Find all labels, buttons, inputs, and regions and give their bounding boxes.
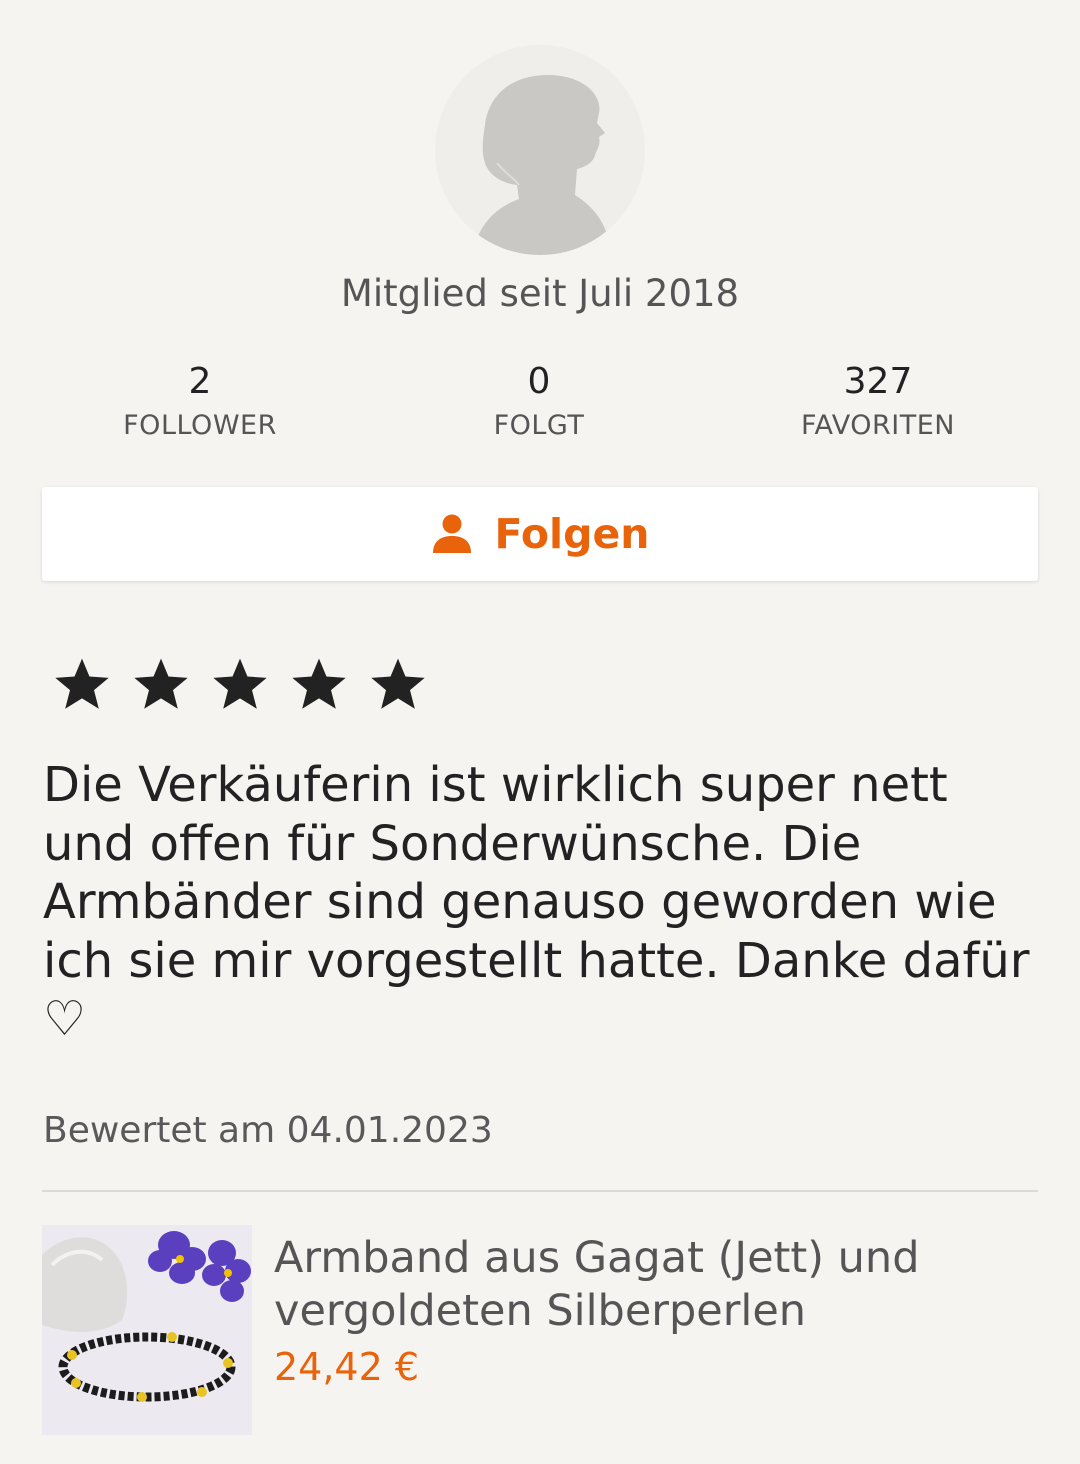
star-icon (371, 658, 425, 709)
stat-value: 327 (843, 361, 913, 402)
star-icon (134, 658, 188, 709)
stat-value: 0 (527, 361, 551, 402)
stat-label: FOLLOWER (123, 410, 277, 441)
star-icon (55, 658, 109, 709)
stat-label: FAVORITEN (800, 410, 955, 441)
follow-button-label: Folgen (494, 510, 650, 558)
stat-folgt[interactable]: 0 FOLGT (389, 360, 689, 441)
follow-button[interactable]: Folgen (42, 487, 1038, 581)
member-since: Mitglied seit Juli 2018 (340, 272, 740, 315)
review-text: Die Verkäuferin ist wirklich super nett … (43, 757, 1030, 1047)
avatar (435, 45, 645, 255)
stat-follower[interactable]: 2 FOLLOWER (50, 360, 350, 441)
default-user-silhouette-icon (475, 75, 609, 255)
product-price: 24,42 € (274, 1345, 420, 1389)
divider (42, 1190, 1038, 1192)
star-icon (292, 658, 346, 709)
star-icon (213, 658, 267, 709)
stat-value: 2 (188, 361, 212, 402)
product-image[interactable] (42, 1225, 252, 1435)
review-date: Bewertet am 04.01.2023 (43, 1110, 493, 1151)
stat-favoriten[interactable]: 327 FAVORITEN (728, 360, 1028, 441)
product-title[interactable]: Armband aus Gagat (Jett) und vergoldeten… (274, 1232, 1034, 1338)
person-icon (431, 514, 473, 554)
star-rating (50, 652, 445, 716)
stat-label: FOLGT (493, 410, 585, 441)
